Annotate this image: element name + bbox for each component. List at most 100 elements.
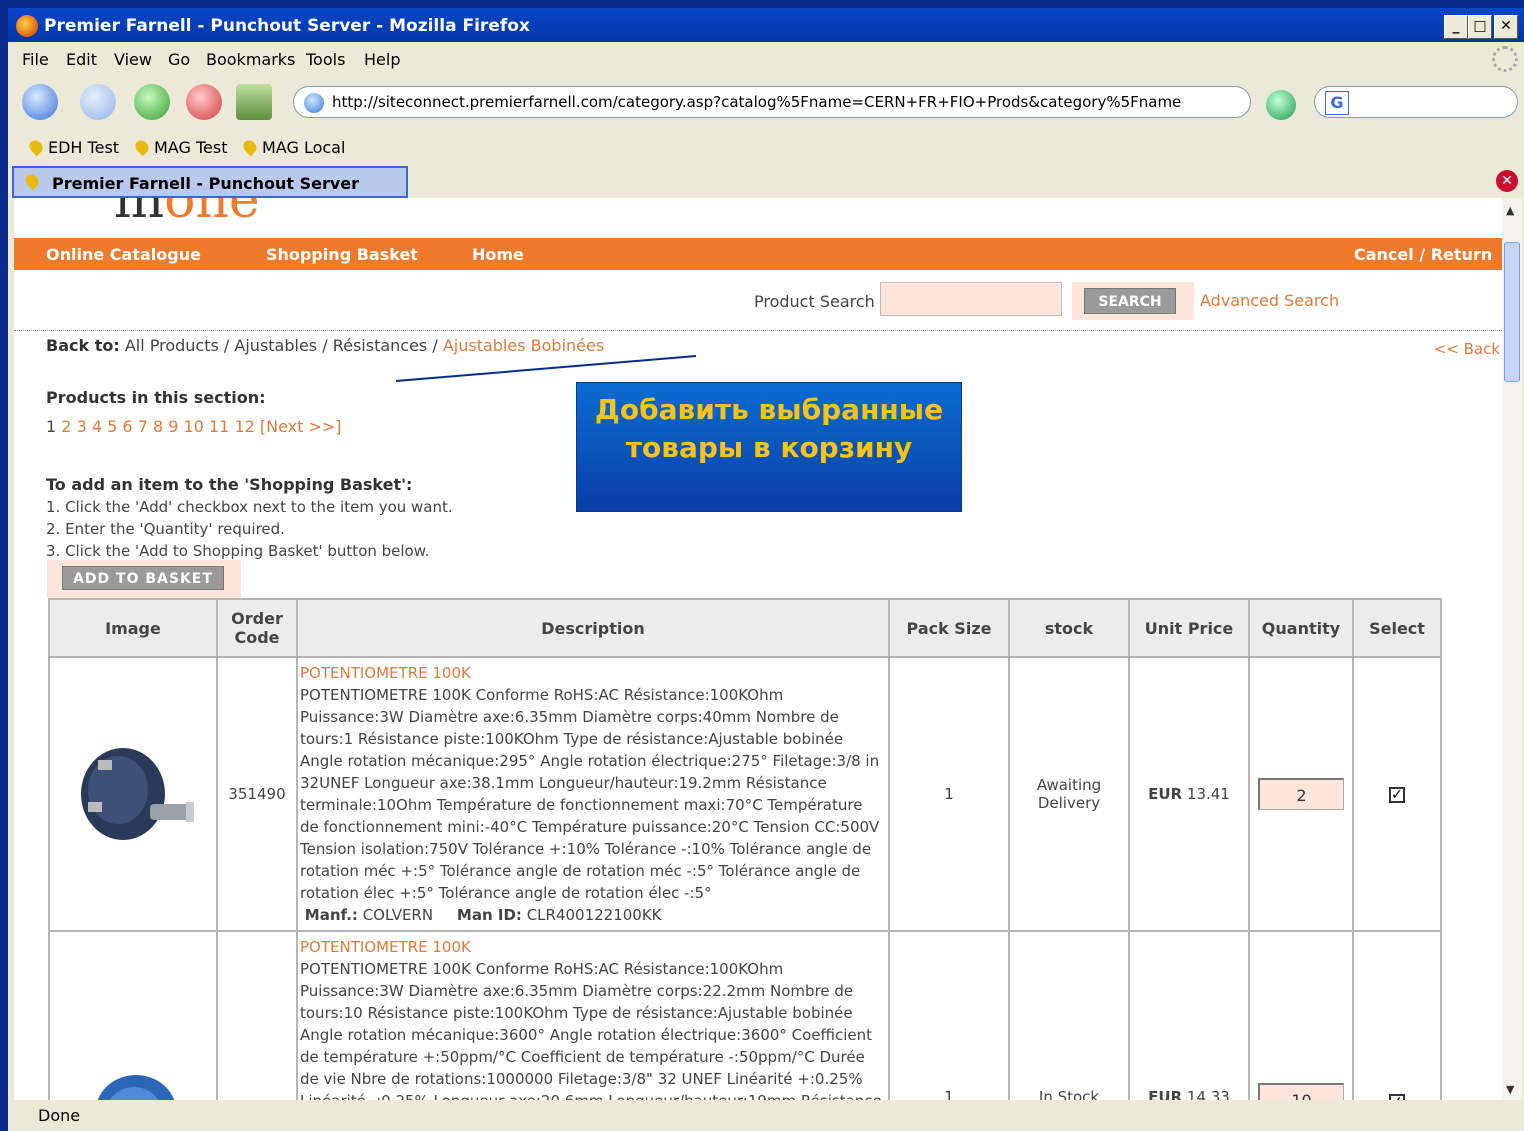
page-icon	[304, 93, 324, 113]
select-cell: ✓	[1352, 930, 1442, 1100]
bookmark-mag-test[interactable]: MAG Test	[132, 137, 227, 157]
advanced-search-link[interactable]: Advanced Search	[1200, 291, 1339, 310]
description-cell: POTENTIOMETRE 100K POTENTIOMETRE 100K Co…	[296, 656, 890, 932]
page-link[interactable]: 2	[61, 417, 71, 436]
scroll-up-icon[interactable]: ▲	[1506, 204, 1514, 217]
table-header-row: Image Order Code Description Pack Size s…	[48, 598, 1442, 658]
order-code: 351726	[216, 930, 298, 1100]
search-box[interactable]: G	[1314, 86, 1518, 118]
menu-help[interactable]: Help	[364, 50, 400, 69]
status-bar: Done	[8, 1100, 1524, 1131]
menu-file[interactable]: File	[22, 50, 49, 69]
col-stock: stock	[1008, 598, 1130, 658]
quantity-input[interactable]: 2	[1258, 778, 1344, 810]
throbber-icon	[1492, 46, 1518, 72]
table-row: 351490 POTENTIOMETRE 100K POTENTIOMETRE …	[48, 656, 1442, 932]
col-quantity: Quantity	[1248, 598, 1354, 658]
page-next-link[interactable]: [Next >>]	[260, 417, 342, 436]
price-value: 14.33	[1186, 1088, 1230, 1100]
back-link[interactable]: << Back	[1434, 340, 1500, 358]
tab-label: Premier Farnell - Punchout Server	[52, 174, 360, 193]
nav-shopping-basket[interactable]: Shopping Basket	[266, 245, 418, 264]
page-link[interactable]: 7	[138, 417, 148, 436]
add-to-basket-button[interactable]: ADD TO BASKET	[62, 566, 224, 590]
unit-price: EUR 13.41	[1128, 656, 1250, 932]
add-to-basket-wrap: ADD TO BASKET	[47, 560, 241, 598]
quantity-cell: 10	[1248, 930, 1354, 1100]
logo-part-b: one	[164, 198, 260, 230]
navigation-toolbar: http://siteconnect.premierfarnell.com/ca…	[8, 76, 1524, 128]
select-checkbox[interactable]: ✓	[1389, 787, 1405, 803]
col-image: Image	[48, 598, 218, 658]
annotation-callout: Добавить выбранные товары в корзину	[576, 382, 962, 512]
page-link[interactable]: 11	[209, 417, 229, 436]
currency: EUR	[1148, 785, 1183, 803]
quantity-cell: 2	[1248, 656, 1354, 932]
product-title-link[interactable]: POTENTIOMETRE 100K	[300, 936, 884, 958]
page-link[interactable]: 4	[92, 417, 102, 436]
go-icon[interactable]	[1266, 90, 1296, 120]
menu-go[interactable]: Go	[168, 50, 190, 69]
forward-arrow-icon[interactable]	[80, 84, 116, 120]
close-button[interactable]: ✕	[1494, 15, 1518, 39]
product-title-link[interactable]: POTENTIOMETRE 100K	[300, 662, 884, 684]
address-bar[interactable]: http://siteconnect.premierfarnell.com/ca…	[293, 86, 1251, 118]
stock-status: Awaiting Delivery	[1008, 656, 1130, 932]
instruction-step: 1. Click the 'Add' checkbox next to the …	[46, 498, 453, 516]
firefox-icon	[16, 15, 38, 37]
instructions: To add an item to the 'Shopping Basket':…	[46, 474, 453, 562]
scroll-down-icon[interactable]: ▼	[1506, 1083, 1514, 1096]
site-logo: inone	[114, 198, 260, 230]
vertical-scrollbar[interactable]: ▲ ▼	[1502, 198, 1522, 1100]
bookmarks-toolbar: EDH Test MAG Test MAG Local	[8, 130, 1524, 164]
search-button[interactable]: SEARCH	[1084, 288, 1176, 314]
page-link[interactable]: 6	[122, 417, 132, 436]
scroll-thumb[interactable]	[1504, 242, 1520, 382]
section-title: Products in this section:	[46, 388, 266, 407]
bookmark-edh-test[interactable]: EDH Test	[26, 137, 119, 157]
tab-punchout[interactable]: Premier Farnell - Punchout Server	[12, 166, 408, 198]
product-image-cell	[48, 930, 218, 1100]
col-select: Select	[1352, 598, 1442, 658]
col-pack-size: Pack Size	[888, 598, 1010, 658]
product-image-cell	[48, 656, 218, 932]
page-link[interactable]: 10	[184, 417, 204, 436]
tab-bar: Premier Farnell - Punchout Server ✕	[8, 164, 1524, 198]
title-bar: Premier Farnell - Punchout Server - Mozi…	[8, 8, 1524, 42]
manf-value: COLVERN	[362, 906, 434, 924]
bookmark-mag-local[interactable]: MAG Local	[240, 137, 345, 157]
page-link[interactable]: 3	[77, 417, 87, 436]
nav-cancel-return[interactable]: Cancel / Return	[1354, 245, 1492, 264]
quantity-input[interactable]: 10	[1258, 1083, 1344, 1100]
minimize-button[interactable]: _	[1444, 15, 1468, 39]
google-icon: G	[1325, 91, 1349, 115]
maximize-button[interactable]: □	[1468, 15, 1492, 39]
pack-size: 1	[888, 930, 1010, 1100]
nav-home[interactable]: Home	[472, 245, 524, 264]
select-cell: ✓	[1352, 656, 1442, 932]
col-order-code: Order Code	[216, 598, 298, 658]
bookmark-pin-icon	[132, 137, 152, 157]
breadcrumb-prefix: Back to:	[46, 336, 120, 355]
menu-tools[interactable]: Tools	[306, 50, 345, 69]
stop-icon[interactable]	[186, 84, 222, 120]
menu-view[interactable]: View	[114, 50, 152, 69]
reload-icon[interactable]	[134, 84, 170, 120]
home-icon[interactable]	[236, 84, 272, 120]
page-link[interactable]: 12	[234, 417, 254, 436]
browser-window: Premier Farnell - Punchout Server - Mozi…	[8, 8, 1524, 1131]
bookmark-pin-icon	[26, 137, 46, 157]
stock-status: In Stock	[1008, 930, 1130, 1100]
product-search-input[interactable]	[880, 282, 1062, 316]
nav-online-catalogue[interactable]: Online Catalogue	[46, 245, 201, 264]
menu-edit[interactable]: Edit	[66, 50, 97, 69]
menu-bookmarks[interactable]: Bookmarks	[206, 50, 295, 69]
page-link[interactable]: 8	[153, 417, 163, 436]
close-tab-icon[interactable]: ✕	[1496, 170, 1518, 192]
breadcrumb-all-products[interactable]: All Products /	[125, 336, 229, 355]
page-link[interactable]: 5	[107, 417, 117, 436]
instruction-step: 3. Click the 'Add to Shopping Basket' bu…	[46, 542, 430, 560]
back-arrow-icon[interactable]	[22, 84, 58, 120]
page-link[interactable]: 9	[168, 417, 178, 436]
breadcrumb-ajustables[interactable]: Ajustables /	[234, 336, 327, 355]
